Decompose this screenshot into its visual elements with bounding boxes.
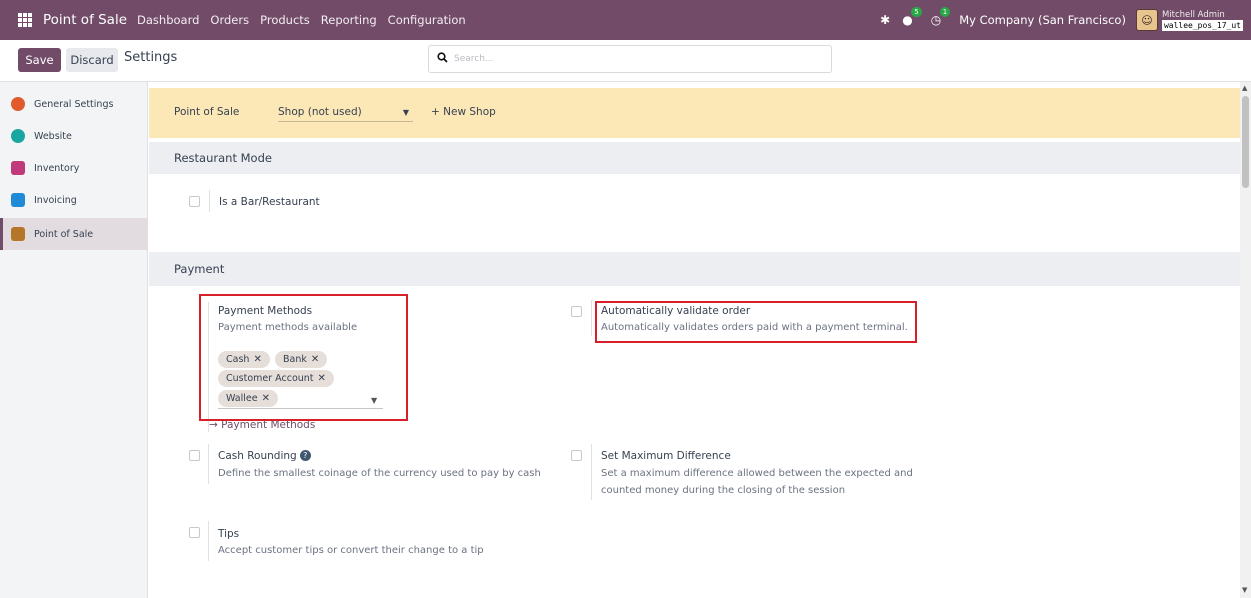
tips-description: Accept customer tips or convert their ch…	[218, 545, 484, 556]
sidebar-item-label: Invoicing	[34, 194, 77, 206]
search-icon	[437, 52, 448, 66]
menu-orders[interactable]: Orders	[210, 13, 249, 27]
settings-sidebar: General Settings Website Inventory Invoi…	[0, 82, 148, 598]
scrollbar-thumb[interactable]	[1242, 96, 1249, 188]
divider	[591, 300, 592, 336]
max-difference-description: Set a maximum difference allowed between…	[601, 468, 913, 479]
max-difference-title: Set Maximum Difference	[601, 450, 731, 462]
sidebar-item-general-settings[interactable]: General Settings	[0, 88, 148, 120]
vertical-scrollbar[interactable]: ▲ ▼	[1240, 82, 1251, 598]
shop-bar-label: Point of Sale	[174, 106, 240, 118]
divider	[591, 444, 592, 500]
shop-bar: Point of Sale Shop (not used) ▼ + New Sh…	[149, 88, 1240, 138]
discard-button[interactable]: Discard	[66, 48, 118, 72]
tips-title: Tips	[218, 528, 240, 540]
sidebar-item-label: General Settings	[34, 98, 114, 110]
general-settings-icon	[11, 97, 25, 111]
activity-count-badge: 1	[939, 7, 951, 17]
scroll-up-icon[interactable]: ▲	[1242, 84, 1247, 92]
section-title: Restaurant Mode	[174, 151, 272, 165]
control-panel: Save Discard Settings	[0, 40, 1251, 82]
cash-rounding-title: Cash Rounding?	[218, 450, 311, 462]
sidebar-item-inventory[interactable]: Inventory	[0, 152, 148, 184]
inventory-icon	[11, 161, 25, 175]
caret-down-icon: ▼	[402, 108, 409, 117]
user-avatar[interactable]: ☺	[1135, 9, 1158, 31]
max-difference-description-cont: counted money during the closing of the …	[601, 485, 846, 496]
divider	[208, 444, 209, 484]
cash-rounding-label: Cash Rounding	[218, 450, 297, 462]
menu-products[interactable]: Products	[260, 13, 310, 27]
page-title: Settings	[124, 50, 178, 65]
section-title: Payment	[174, 262, 225, 276]
menu-reporting[interactable]: Reporting	[321, 13, 377, 27]
main-menu: Dashboard Orders Products Reporting Conf…	[137, 13, 477, 27]
highlight-box	[199, 294, 408, 421]
sidebar-item-label: Inventory	[34, 162, 80, 174]
top-navbar: Point of Sale Dashboard Orders Products …	[0, 0, 1251, 40]
website-icon	[11, 129, 25, 143]
search-input[interactable]	[454, 54, 814, 64]
chat-icon[interactable]: ● 5	[902, 7, 922, 27]
divider	[209, 190, 210, 212]
save-button[interactable]: Save	[18, 48, 61, 72]
shop-select-value: Shop (not used)	[278, 106, 362, 118]
sidebar-item-label: Website	[34, 130, 72, 142]
bug-icon[interactable]: ✱	[880, 13, 890, 27]
sidebar-item-website[interactable]: Website	[0, 120, 148, 152]
sidebar-item-point-of-sale[interactable]: Point of Sale	[0, 218, 148, 250]
bar-restaurant-label: Is a Bar/Restaurant	[219, 196, 320, 208]
sidebar-item-invoicing[interactable]: Invoicing	[0, 184, 148, 216]
point-of-sale-icon	[11, 227, 25, 241]
chat-count-badge: 5	[911, 7, 922, 17]
app-name[interactable]: Point of Sale	[43, 12, 127, 28]
section-header-payment: Payment	[149, 252, 1240, 286]
scroll-down-icon[interactable]: ▼	[1242, 586, 1247, 594]
cash-rounding-description: Define the smallest coinage of the curre…	[218, 468, 541, 479]
section-header-restaurant: Restaurant Mode	[149, 142, 1240, 174]
apps-menu-icon[interactable]	[18, 13, 34, 27]
sidebar-item-label: Point of Sale	[34, 228, 94, 240]
max-difference-checkbox[interactable]	[571, 450, 582, 461]
database-name: wallee_pos_17_ut	[1161, 19, 1243, 31]
search-box[interactable]	[428, 45, 832, 73]
shop-select[interactable]: Shop (not used) ▼	[278, 106, 413, 122]
divider	[208, 521, 209, 561]
bar-restaurant-checkbox[interactable]	[189, 196, 200, 207]
user-name: Mitchell Admin	[1161, 9, 1225, 20]
invoicing-icon	[11, 193, 25, 207]
user-menu[interactable]: Mitchell Admin wallee_pos_17_ut	[1161, 9, 1243, 31]
settings-content: Point of Sale Shop (not used) ▼ + New Sh…	[149, 82, 1240, 598]
highlight-box	[595, 301, 917, 343]
cash-rounding-checkbox[interactable]	[189, 450, 200, 461]
tips-checkbox[interactable]	[189, 527, 200, 538]
auto-validate-checkbox[interactable]	[571, 306, 582, 317]
menu-dashboard[interactable]: Dashboard	[137, 13, 199, 27]
activity-clock-icon[interactable]: ◷ 1	[931, 7, 951, 27]
company-switcher[interactable]: My Company (San Francisco)	[959, 13, 1126, 27]
menu-configuration[interactable]: Configuration	[388, 13, 466, 27]
help-icon[interactable]: ?	[299, 450, 311, 461]
new-shop-button[interactable]: + New Shop	[431, 106, 496, 118]
